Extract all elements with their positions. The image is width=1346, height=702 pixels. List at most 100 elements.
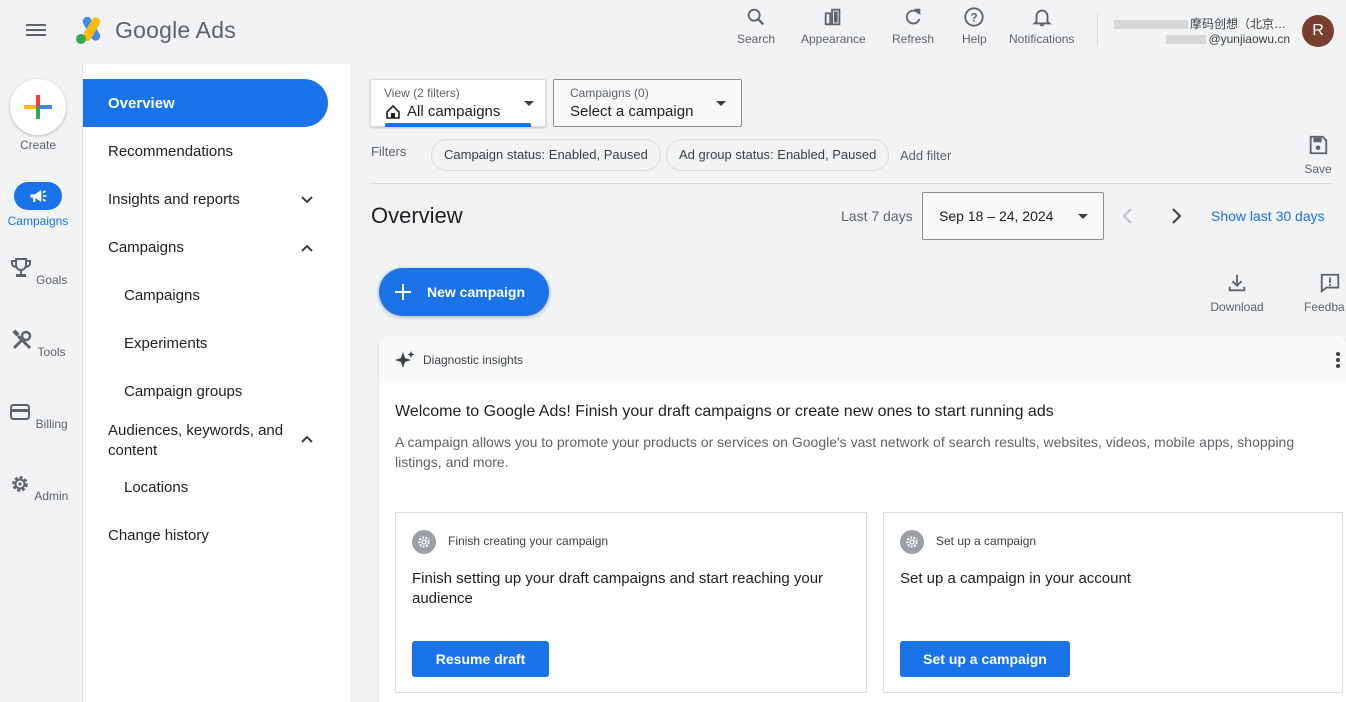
svg-text:?: ? xyxy=(971,11,978,25)
help-icon: ? xyxy=(964,7,984,27)
page-title: Overview xyxy=(371,203,463,228)
card-header: Diagnostic insights xyxy=(379,336,1346,383)
filters-label: Filters xyxy=(371,144,407,159)
megaphone-icon xyxy=(30,190,47,202)
chevron-down-icon[interactable] xyxy=(300,193,314,207)
nav-item-campaigns[interactable]: Campaigns xyxy=(124,287,200,304)
date-range-label: Last 7 days xyxy=(841,208,913,224)
help-label: Help xyxy=(962,32,987,46)
caret-down-icon xyxy=(524,101,534,106)
setup-campaign-button[interactable]: Set up a campaign xyxy=(900,641,1070,677)
caret-down-icon xyxy=(716,101,726,106)
appearance-label: Appearance xyxy=(801,32,866,46)
search-button[interactable]: Search xyxy=(737,6,775,46)
new-campaign-label: New campaign xyxy=(427,284,526,300)
trophy-icon xyxy=(10,258,31,277)
refresh-button[interactable]: Refresh xyxy=(892,6,934,46)
top-header: Google Ads Search Appearance Refresh ? H… xyxy=(0,0,1346,64)
download-label: Download xyxy=(1210,300,1264,314)
account-email[interactable]: @yunjiaowu.cn xyxy=(1090,32,1290,46)
save-button[interactable]: Save xyxy=(1298,134,1338,176)
view-filter-value: All campaigns xyxy=(407,103,501,120)
nav-item-insights[interactable]: Insights and reports xyxy=(108,191,240,208)
avatar[interactable]: R xyxy=(1302,15,1334,47)
nav-item-change-history[interactable]: Change history xyxy=(108,527,209,544)
nav-item-locations[interactable]: Locations xyxy=(124,479,188,496)
google-ads-logo[interactable]: Google Ads xyxy=(74,15,236,45)
download-button[interactable]: Download xyxy=(1206,272,1268,314)
campaign-select-dropdown[interactable]: Campaigns (0) Select a campaign xyxy=(553,79,742,127)
card-heading: Welcome to Google Ads! Finish your draft… xyxy=(395,403,1054,420)
rail-goals-label: Goals xyxy=(35,273,68,287)
caret-down-icon xyxy=(1078,214,1088,219)
search-label: Search xyxy=(737,32,776,46)
setup-campaign-body: Set up a campaign in your account xyxy=(900,570,1131,587)
chevron-up-icon[interactable] xyxy=(300,241,314,255)
chevron-right-icon[interactable] xyxy=(1168,207,1184,225)
nav-item-audiences[interactable]: Audiences, keywords, and content xyxy=(108,421,283,461)
chip-adgroup-status[interactable]: Ad group status: Enabled, Paused xyxy=(666,139,890,171)
new-campaign-button[interactable]: New campaign xyxy=(379,268,549,316)
gear-icon xyxy=(418,536,430,548)
feedback-button[interactable]: Feedba xyxy=(1302,272,1346,314)
campaign-select-value: Select a campaign xyxy=(570,103,694,120)
appearance-icon xyxy=(825,8,841,26)
finish-campaign-card: Finish creating your campaign Finish set… xyxy=(395,512,867,693)
sparkle-icon xyxy=(395,351,415,368)
rail-tools[interactable]: Tools xyxy=(0,328,76,359)
nav-item-experiments[interactable]: Experiments xyxy=(124,335,207,352)
chevron-up-icon[interactable] xyxy=(300,432,314,446)
account-name[interactable]: 摩码创想（北京… xyxy=(1086,15,1286,32)
finish-campaign-body-line1: Finish setting up your draft campaigns a… xyxy=(412,570,824,587)
help-button[interactable]: ? Help xyxy=(962,6,987,46)
plus-icon xyxy=(395,284,411,300)
app-name: Google Ads xyxy=(115,16,236,43)
rail-tools-label: Tools xyxy=(37,345,66,359)
campaign-select-label: Campaigns (0) xyxy=(570,86,649,100)
settings-badge xyxy=(900,530,924,554)
google-ads-logo-icon xyxy=(76,16,101,44)
rail-admin[interactable]: Admin xyxy=(0,472,76,503)
more-vert-icon[interactable] xyxy=(1334,350,1342,370)
credit-card-icon xyxy=(10,404,31,420)
feedback-icon xyxy=(1320,273,1340,294)
nav-item-recommendations[interactable]: Recommendations xyxy=(108,143,233,160)
setup-campaign-card: Set up a campaign Set up a campaign in y… xyxy=(883,512,1343,693)
nav-audiences-line1: Audiences, keywords, and xyxy=(108,422,284,439)
card-header-title: Diagnostic insights xyxy=(423,353,524,367)
tools-icon xyxy=(12,329,32,350)
bell-icon xyxy=(1032,9,1052,27)
menu-icon[interactable] xyxy=(26,21,48,41)
save-icon xyxy=(1309,135,1328,155)
rail-goals[interactable]: Goals xyxy=(0,256,76,287)
gear-icon xyxy=(906,536,918,548)
setup-campaign-title: Set up a campaign xyxy=(936,534,1037,548)
chevron-left-icon[interactable] xyxy=(1120,207,1136,225)
nav-item-campaigns-group[interactable]: Campaigns xyxy=(108,239,184,256)
rail-create-label: Create xyxy=(19,138,57,152)
add-filter-button[interactable]: Add filter xyxy=(900,148,951,163)
rail-campaigns-label: Campaigns xyxy=(7,214,69,228)
finish-campaign-body: Finish setting up your draft campaigns a… xyxy=(412,569,823,609)
rail-campaigns[interactable]: Campaigns xyxy=(0,182,76,228)
refresh-label: Refresh xyxy=(892,32,935,46)
appearance-button[interactable]: Appearance xyxy=(801,6,866,46)
rail-billing[interactable]: Billing xyxy=(0,400,76,431)
card-description: A campaign allows you to promote your pr… xyxy=(395,432,1340,472)
search-icon xyxy=(747,8,765,26)
resume-draft-button[interactable]: Resume draft xyxy=(412,641,549,677)
finish-campaign-body-line2: audience xyxy=(412,590,473,607)
create-button[interactable] xyxy=(10,79,66,135)
gear-icon xyxy=(11,476,28,492)
campaigns-pill xyxy=(14,182,62,210)
diagnostic-insights-card: Diagnostic insights Welcome to Google Ad… xyxy=(379,336,1346,702)
redacted-block xyxy=(1113,20,1188,30)
refresh-icon xyxy=(905,8,921,25)
nav-overview-label: Overview xyxy=(108,95,175,112)
notifications-button[interactable]: Notifications xyxy=(1009,6,1074,46)
show-last-30-days-link[interactable]: Show last 30 days xyxy=(1211,208,1325,224)
view-filter-dropdown[interactable]: View (2 filters) All campaigns xyxy=(370,79,546,127)
chip-campaign-status[interactable]: Campaign status: Enabled, Paused xyxy=(431,139,661,171)
nav-item-campaign-groups[interactable]: Campaign groups xyxy=(124,383,242,400)
date-range-picker[interactable]: Sep 18 – 24, 2024 xyxy=(922,192,1104,240)
